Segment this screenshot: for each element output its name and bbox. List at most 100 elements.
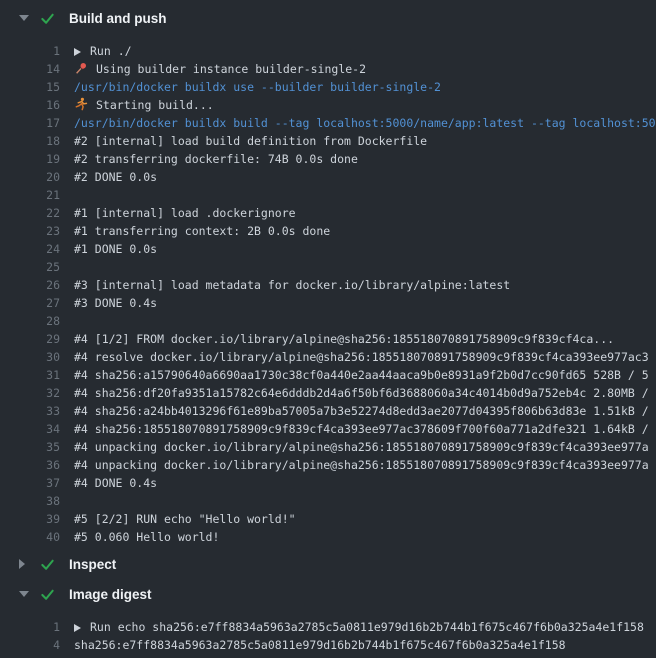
line-number[interactable]: 39	[0, 510, 74, 528]
line-text: #1 [internal] load .dockerignore	[74, 204, 296, 222]
line-text-value: #4 resolve docker.io/library/alpine@sha2…	[74, 350, 649, 364]
log-line: 28	[0, 312, 656, 330]
line-text: #4 sha256:185518070891758909c9f839cf4ca3…	[74, 420, 649, 438]
section-header-build-and-push[interactable]: Build and push	[0, 6, 656, 30]
play-icon[interactable]	[74, 48, 81, 56]
log-line: 30#4 resolve docker.io/library/alpine@sh…	[0, 348, 656, 366]
line-text: #4 unpacking docker.io/library/alpine@sh…	[74, 456, 649, 474]
line-text-value: #4 sha256:185518070891758909c9f839cf4ca3…	[74, 422, 649, 436]
pushpin-icon	[74, 61, 88, 75]
runner-icon	[74, 97, 88, 111]
log-line: 33#4 sha256:a24bb4013296f61e89ba57005a7b…	[0, 402, 656, 420]
line-number[interactable]: 4	[0, 636, 74, 654]
line-text-value: Starting build...	[96, 98, 214, 112]
line-number[interactable]: 27	[0, 294, 74, 312]
line-number[interactable]: 40	[0, 528, 74, 546]
line-number[interactable]: 23	[0, 222, 74, 240]
section-body-image-digest: 1Run echo sha256:e7ff8834a5963a2785c5a08…	[0, 606, 656, 654]
log-line: 16 Starting build...	[0, 96, 656, 114]
chevron-right-icon[interactable]	[19, 559, 29, 569]
section-header-inspect[interactable]: Inspect	[0, 552, 656, 576]
line-number[interactable]: 14	[0, 60, 74, 78]
line-text: #4 sha256:df20fa9351a15782c64e6dddb2d4a6…	[74, 384, 649, 402]
section-header-image-digest[interactable]: Image digest	[0, 582, 656, 606]
log-section-inspect: Inspect	[0, 552, 656, 576]
line-number[interactable]: 31	[0, 366, 74, 384]
line-text: #4 resolve docker.io/library/alpine@sha2…	[74, 348, 649, 366]
log-line: 1Run ./	[0, 42, 656, 60]
check-icon	[40, 557, 55, 572]
line-number[interactable]: 37	[0, 474, 74, 492]
line-text-value: #4 unpacking docker.io/library/alpine@sh…	[74, 458, 649, 472]
check-icon	[40, 11, 55, 26]
line-text-value: #1 DONE 0.0s	[74, 242, 157, 256]
line-number[interactable]: 19	[0, 150, 74, 168]
log-line: 26#3 [internal] load metadata for docker…	[0, 276, 656, 294]
line-number[interactable]: 1	[0, 42, 74, 60]
line-text-value: #5 0.060 Hello world!	[74, 530, 219, 544]
line-text-value: #5 [2/2] RUN echo "Hello world!"	[74, 512, 296, 526]
line-text-value: #1 transferring context: 2B 0.0s done	[74, 224, 330, 238]
log-line: 19#2 transferring dockerfile: 74B 0.0s d…	[0, 150, 656, 168]
line-text: #1 transferring context: 2B 0.0s done	[74, 222, 330, 240]
line-number[interactable]: 22	[0, 204, 74, 222]
line-number[interactable]: 35	[0, 438, 74, 456]
line-text: #5 [2/2] RUN echo "Hello world!"	[74, 510, 296, 528]
log-line: 4sha256:e7ff8834a5963a2785c5a0811e979d16…	[0, 636, 656, 654]
line-number[interactable]: 38	[0, 492, 74, 510]
line-text: sha256:e7ff8834a5963a2785c5a0811e979d16b…	[74, 636, 566, 654]
chevron-down-icon[interactable]	[19, 15, 29, 21]
line-text: #2 [internal] load build definition from…	[74, 132, 427, 150]
line-number[interactable]: 21	[0, 186, 74, 204]
line-text: #5 0.060 Hello world!	[74, 528, 219, 546]
line-text-value: #2 DONE 0.0s	[74, 170, 157, 184]
line-number[interactable]: 29	[0, 330, 74, 348]
log-line: 22#1 [internal] load .dockerignore	[0, 204, 656, 222]
section-title: Build and push	[69, 11, 167, 26]
line-number[interactable]: 36	[0, 456, 74, 474]
line-number[interactable]: 26	[0, 276, 74, 294]
line-number[interactable]: 25	[0, 258, 74, 276]
line-text: #4 unpacking docker.io/library/alpine@sh…	[74, 438, 649, 456]
log-line: 14 Using builder instance builder-single-…	[0, 60, 656, 78]
log-line: 29#4 [1/2] FROM docker.io/library/alpine…	[0, 330, 656, 348]
line-text-value: #2 transferring dockerfile: 74B 0.0s don…	[74, 152, 358, 166]
line-text-value: Using builder instance builder-single-2	[96, 62, 366, 76]
line-text: #4 sha256:a24bb4013296f61e89ba57005a7b3e…	[74, 402, 649, 420]
line-text-value: #3 [internal] load metadata for docker.i…	[74, 278, 510, 292]
line-number[interactable]: 17	[0, 114, 74, 132]
play-icon[interactable]	[74, 624, 81, 632]
line-text: #3 [internal] load metadata for docker.i…	[74, 276, 510, 294]
line-number[interactable]: 18	[0, 132, 74, 150]
line-number[interactable]: 28	[0, 312, 74, 330]
line-text: #3 DONE 0.4s	[74, 294, 157, 312]
line-text: Using builder instance builder-single-2	[74, 60, 366, 78]
workflow-log-viewer: Build and push1Run ./14Using builder ins…	[0, 0, 656, 658]
line-number[interactable]: 15	[0, 78, 74, 96]
line-number[interactable]: 1	[0, 618, 74, 636]
log-line: 1Run echo sha256:e7ff8834a5963a2785c5a08…	[0, 618, 656, 636]
log-line: 34#4 sha256:185518070891758909c9f839cf4c…	[0, 420, 656, 438]
line-text: #4 sha256:a15790640a6690aa1730c38cf0a440…	[74, 366, 649, 384]
line-number[interactable]: 32	[0, 384, 74, 402]
section-title: Image digest	[69, 587, 152, 602]
log-section-image-digest: Image digest 1Run echo sha256:e7ff8834a59…	[0, 582, 656, 654]
log-line: 31#4 sha256:a15790640a6690aa1730c38cf0a4…	[0, 366, 656, 384]
line-number[interactable]: 20	[0, 168, 74, 186]
log-line: 15/usr/bin/docker buildx use --builder b…	[0, 78, 656, 96]
line-text-value: /usr/bin/docker buildx use --builder bui…	[74, 80, 441, 94]
line-text-value: #2 [internal] load build definition from…	[74, 134, 427, 148]
log-line: 27#3 DONE 0.4s	[0, 294, 656, 312]
section-title: Inspect	[69, 557, 116, 572]
line-text: #2 DONE 0.0s	[74, 168, 157, 186]
log-line: 32#4 sha256:df20fa9351a15782c64e6dddb2d4…	[0, 384, 656, 402]
line-number[interactable]: 30	[0, 348, 74, 366]
log-line: 23#1 transferring context: 2B 0.0s done	[0, 222, 656, 240]
line-text: Starting build...	[74, 96, 214, 114]
line-number[interactable]: 16	[0, 96, 74, 114]
log-line: 37#4 DONE 0.4s	[0, 474, 656, 492]
line-number[interactable]: 34	[0, 420, 74, 438]
chevron-down-icon[interactable]	[19, 591, 29, 597]
line-number[interactable]: 24	[0, 240, 74, 258]
line-number[interactable]: 33	[0, 402, 74, 420]
